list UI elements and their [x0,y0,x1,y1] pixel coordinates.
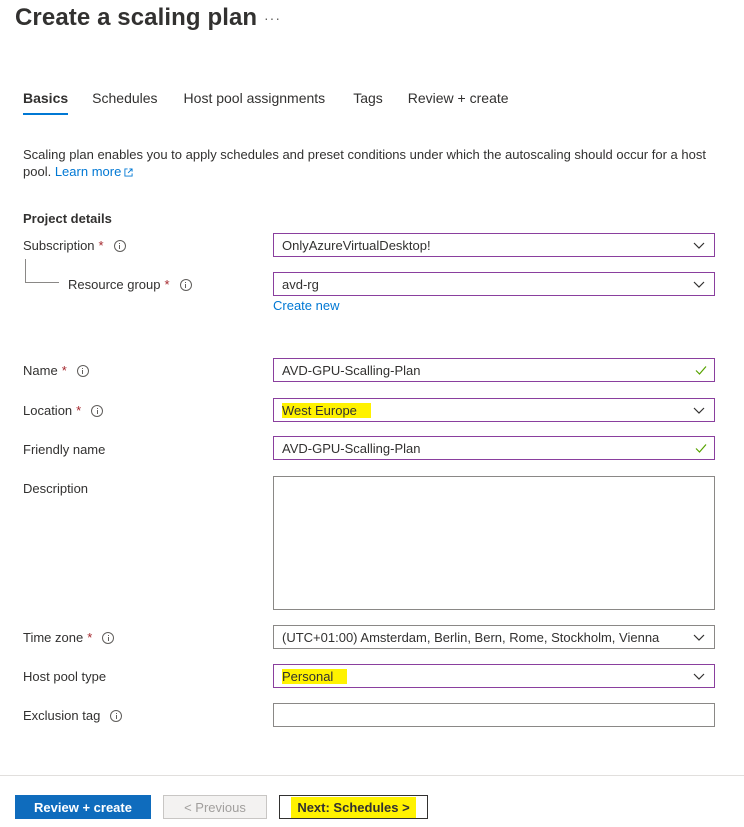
chevron-down-icon [693,673,705,680]
subscription-select[interactable]: OnlyAzureVirtualDesktop! [273,233,715,257]
tab-review-create[interactable]: Review + create [408,90,509,115]
checkmark-icon [695,366,707,375]
chevron-down-icon [693,242,705,249]
info-icon[interactable] [102,631,115,644]
subscription-label: Subscription * [23,238,126,253]
more-options-icon[interactable]: ··· [264,10,281,26]
description-textarea[interactable] [273,476,715,610]
location-label: Location * [23,403,104,418]
chevron-down-icon [693,407,705,414]
review-create-button[interactable]: Review + create [15,795,151,819]
time-zone-select[interactable]: (UTC+01:00) Amsterdam, Berlin, Bern, Rom… [273,625,715,649]
host-pool-type-label: Host pool type [23,669,107,684]
name-label: Name * [23,363,89,378]
tree-connector-vertical [25,259,26,283]
footer-divider [0,775,744,776]
time-zone-label: Time zone * [23,630,115,645]
location-select[interactable]: West Europe [273,398,715,422]
resource-group-select[interactable]: avd-rg [273,272,715,296]
info-icon[interactable] [91,404,104,417]
create-new-link[interactable]: Create new [273,298,339,313]
name-input[interactable]: AVD-GPU-Scalling-Plan [273,358,715,382]
friendly-name-input[interactable]: AVD-GPU-Scalling-Plan [273,436,715,460]
info-icon[interactable] [110,709,123,722]
exclusion-tag-input[interactable] [273,703,715,727]
tree-connector-horizontal [25,282,59,283]
tab-schedules[interactable]: Schedules [92,90,157,115]
friendly-name-label: Friendly name [23,442,106,457]
external-link-icon [124,168,133,177]
page-title: Create a scaling plan [15,4,258,31]
description-label: Description [23,481,89,496]
tab-bar: Basics Schedules Host pool assignments T… [23,90,533,115]
info-icon[interactable] [76,364,89,377]
checkmark-icon [695,444,707,453]
resource-group-label: Resource group * [68,277,192,292]
host-pool-type-select[interactable]: Personal [273,664,715,688]
previous-button[interactable]: < Previous [163,795,267,819]
tab-basics[interactable]: Basics [23,90,69,115]
learn-more-link[interactable]: Learn more [55,164,133,179]
chevron-down-icon [693,281,705,288]
tab-host-pool-assignments[interactable]: Host pool assignments [184,90,326,115]
project-details-heading: Project details [23,211,112,226]
exclusion-tag-label: Exclusion tag [23,708,123,723]
tab-tags[interactable]: Tags [353,90,383,115]
info-icon[interactable] [113,239,126,252]
chevron-down-icon [693,634,705,641]
info-icon[interactable] [179,278,192,291]
intro-text: Scaling plan enables you to apply schedu… [23,146,723,180]
next-schedules-button[interactable]: Next: Schedules > [279,795,428,819]
